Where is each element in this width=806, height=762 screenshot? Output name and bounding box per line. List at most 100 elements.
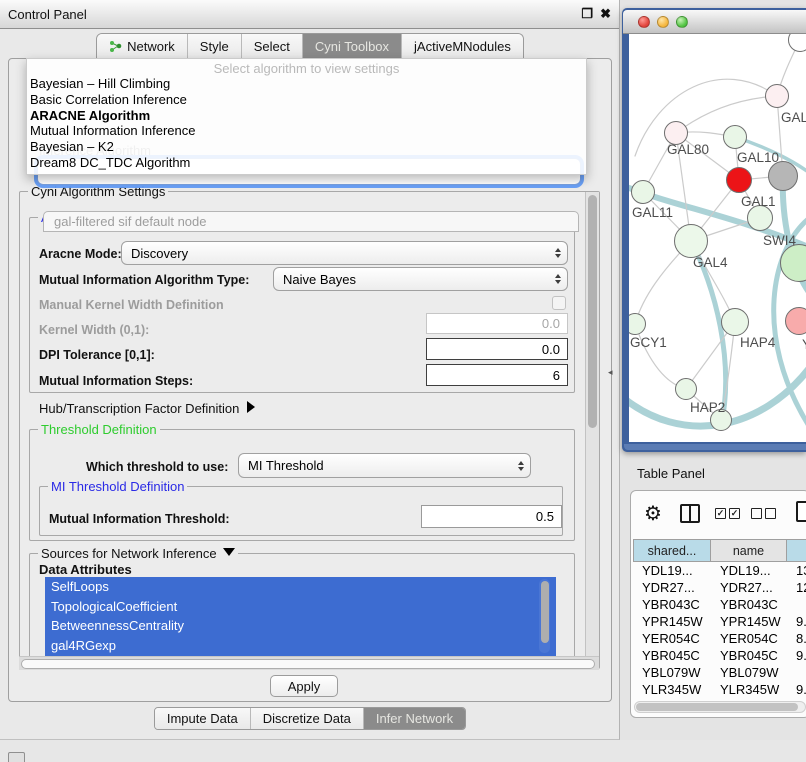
table-cell: YPR145W: [711, 613, 787, 630]
tab-discretize-data[interactable]: Discretize Data: [250, 708, 363, 729]
node-gray[interactable]: [768, 161, 798, 191]
table-row[interactable]: YER054CYER054C8.: [633, 630, 806, 647]
manual-kernel-checkbox[interactable]: [552, 296, 566, 310]
node-gal10[interactable]: [723, 125, 747, 149]
attribute-item[interactable]: TopologicalCoefficient: [45, 597, 556, 617]
node-label: GAL11: [632, 205, 673, 220]
algorithm-option[interactable]: Bayesian – K2: [27, 139, 586, 155]
table-header-cell[interactable]: name: [711, 539, 787, 562]
algorithm-option[interactable]: Dream8 DC_TDC Algorithm: [27, 155, 586, 171]
node-label: GAL1: [741, 194, 776, 209]
tab-network[interactable]: Network: [97, 34, 187, 58]
table-cell: YBR045C: [633, 647, 711, 664]
table-row[interactable]: YBL079WYBL079W: [633, 664, 806, 681]
document-icon[interactable]: [796, 501, 806, 522]
table-cell: 13: [787, 562, 806, 579]
control-panel-tabbar: Network Style Select Cyni Toolbox jActiv…: [0, 33, 620, 58]
algorithm-option[interactable]: Bayesian – Hill Climbing: [27, 76, 586, 92]
taskbar-mini-window-button[interactable]: [8, 752, 25, 762]
zoom-traffic-light-icon[interactable]: [676, 16, 688, 28]
close-traffic-light-icon[interactable]: [638, 16, 650, 28]
minimize-traffic-light-icon[interactable]: [657, 16, 669, 28]
table-panel-title: Table Panel: [637, 466, 705, 481]
node-gal4[interactable]: [674, 224, 708, 258]
mi-threshold-field[interactable]: 0.5: [421, 505, 562, 528]
kernel-width-label: Kernel Width (0,1):: [39, 323, 149, 337]
table-cell: YLR345W: [633, 681, 711, 698]
settings-horizontal-scrollbar[interactable]: [19, 656, 599, 670]
mi-algorithm-type-label: Mutual Information Algorithm Type:: [39, 273, 249, 287]
attribute-item[interactable]: BetweennessCentrality: [45, 616, 556, 636]
tab-impute-data[interactable]: Impute Data: [155, 708, 250, 729]
deselect-all-icon[interactable]: [751, 508, 776, 519]
network-titlebar[interactable]: [623, 10, 806, 34]
dpi-tolerance-label: DPI Tolerance [0,1]:: [39, 348, 155, 362]
node-hap4[interactable]: [721, 308, 749, 336]
dpi-tolerance-field[interactable]: 0.0: [426, 338, 568, 360]
algorithm-option[interactable]: Basic Correlation Inference: [27, 92, 586, 108]
kernel-width-field[interactable]: 0.0: [426, 313, 568, 334]
table-row[interactable]: YPR145WYPR145W9.: [633, 613, 806, 630]
table-row[interactable]: YLR345WYLR345W9.: [633, 681, 806, 698]
hub-section-toggle[interactable]: Hub/Transcription Factor Definition: [39, 401, 255, 416]
table-data-value: gal-filtered sif default node: [54, 214, 206, 229]
algorithm-dropdown-list: Bayesian – Hill ClimbingBasic Correlatio…: [27, 76, 586, 171]
table-cell: YPR145W: [633, 613, 711, 630]
table-cell: YBR043C: [633, 596, 711, 613]
mi-steps-field[interactable]: 6: [426, 364, 568, 386]
network-canvas[interactable]: GALGAL80GAL10GAL1GAL11SWI4GAL4GCY1HAP4YH…: [629, 34, 806, 442]
node-hap2[interactable]: [675, 378, 697, 400]
tab-jactivemnodules[interactable]: jActiveMNodules: [401, 34, 523, 58]
node-label: GAL10: [737, 150, 779, 165]
tab-style[interactable]: Style: [187, 34, 241, 58]
aracne-mode-value: Discovery: [131, 246, 188, 261]
aracne-mode-select[interactable]: Discovery: [121, 241, 568, 265]
close-window-icon[interactable]: ✖: [600, 6, 611, 22]
node-gal11[interactable]: [631, 180, 655, 204]
gear-icon[interactable]: ⚙: [644, 501, 662, 526]
algorithm-option[interactable]: Mutual Information Inference: [27, 123, 586, 139]
select-all-icon[interactable]: ✓✓: [715, 508, 740, 519]
node-gal-pink[interactable]: [765, 84, 789, 108]
table-horizontal-scrollbar[interactable]: [634, 701, 806, 713]
attributes-list[interactable]: SelfLoopsTopologicalCoefficientBetweenne…: [45, 577, 556, 656]
which-threshold-select[interactable]: MI Threshold: [238, 453, 531, 478]
table-header-cell[interactable]: shared...: [633, 539, 711, 562]
sources-toggle[interactable]: Sources for Network Inference: [38, 546, 238, 561]
columns-icon[interactable]: [680, 504, 700, 523]
network-window[interactable]: GALGAL80GAL10GAL1GAL11SWI4GAL4GCY1HAP4YH…: [622, 8, 806, 452]
node-pink-y[interactable]: [785, 307, 806, 335]
apply-button[interactable]: Apply: [270, 675, 338, 697]
node-label: GAL4: [693, 255, 728, 270]
chevron-right-icon: [247, 401, 255, 413]
table-cell: [787, 596, 806, 613]
dpi-tolerance-value: 0.0: [542, 342, 560, 357]
table-data-select[interactable]: gal-filtered sif default node: [43, 211, 579, 232]
tab-impute-data-label: Impute Data: [167, 711, 238, 726]
control-panel-window: Control Panel ❐ ✖ Network: [0, 0, 620, 740]
algorithm-option[interactable]: ARACNE Algorithm: [27, 108, 586, 124]
table-header-cell[interactable]: [787, 539, 806, 562]
attributes-list-scrollbar[interactable]: [539, 579, 550, 653]
settings-vertical-scrollbar[interactable]: [585, 192, 599, 667]
aracne-mode-label: Aracne Mode:: [39, 247, 122, 261]
tab-cyni-toolbox[interactable]: Cyni Toolbox: [302, 34, 401, 58]
table-cell: 9.: [787, 681, 806, 698]
tab-jactivemnodules-label: jActiveMNodules: [414, 39, 511, 54]
table-row[interactable]: YDL19...YDL19...13: [633, 562, 806, 579]
table-row[interactable]: YDR27...YDR27...12: [633, 579, 806, 596]
attribute-item[interactable]: SelfLoops: [45, 577, 556, 597]
table-toolbar: ⚙ ✓✓: [631, 491, 806, 539]
table-row[interactable]: YBR045CYBR045C9.: [633, 647, 806, 664]
panel-divider-grip[interactable]: ◂: [608, 367, 613, 378]
table-cell: YBL079W: [633, 664, 711, 681]
float-window-icon[interactable]: ❐: [581, 6, 593, 22]
node-gal1[interactable]: [726, 167, 752, 193]
tab-select[interactable]: Select: [241, 34, 302, 58]
attribute-item[interactable]: gal4RGexp: [45, 636, 556, 656]
tab-infer-network[interactable]: Infer Network: [363, 708, 465, 729]
mi-algorithm-type-select[interactable]: Naive Bayes: [273, 267, 568, 291]
table-row[interactable]: YBR043CYBR043C: [633, 596, 806, 613]
stepper-icon: [555, 248, 561, 258]
hub-section-label: Hub/Transcription Factor Definition: [39, 401, 239, 416]
